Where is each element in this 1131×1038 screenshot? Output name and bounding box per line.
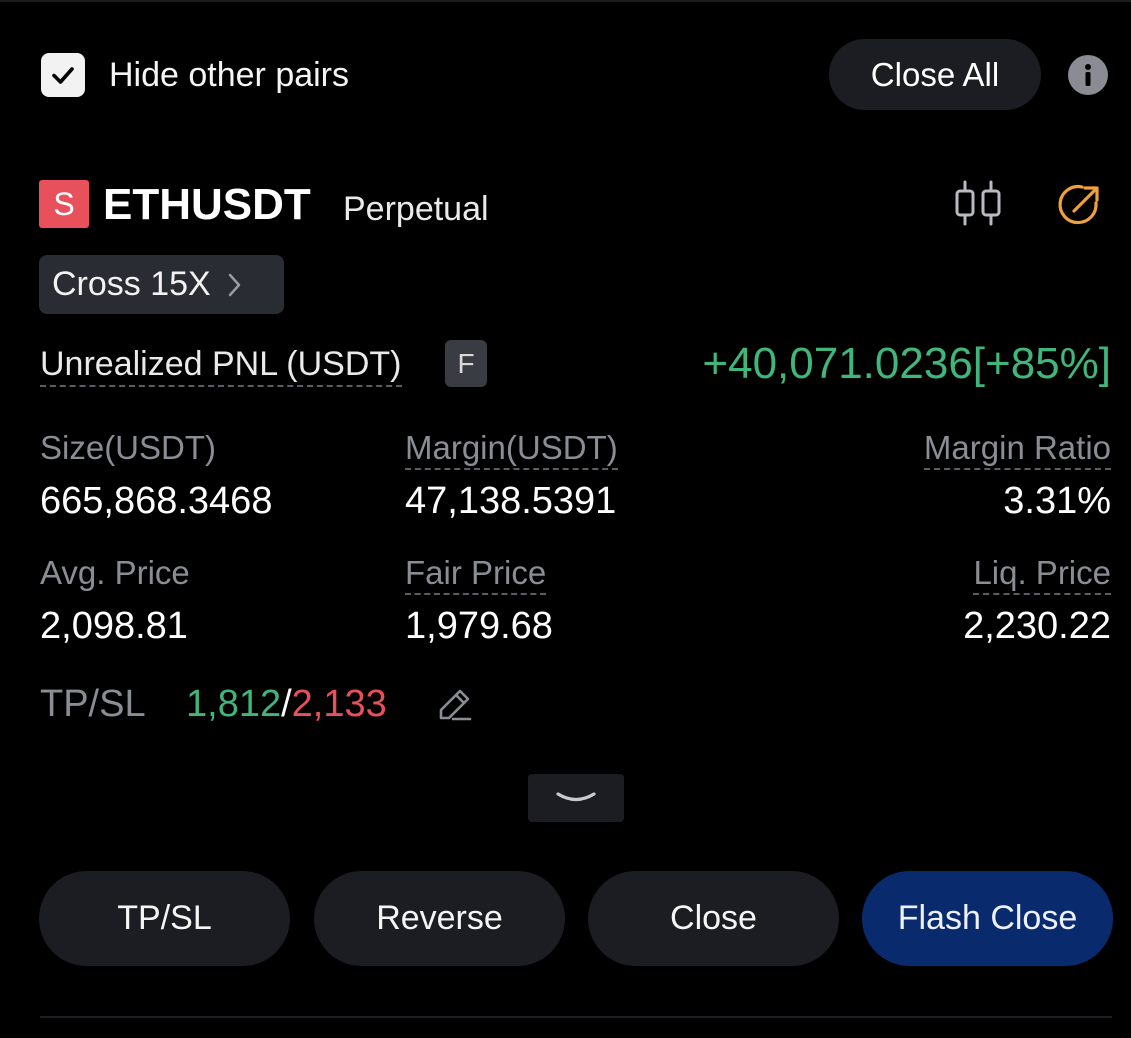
margin-ratio-label[interactable]: Margin Ratio — [923, 428, 1111, 470]
tpsl-button[interactable]: TP/SL — [39, 871, 290, 966]
margin-mode-label: Cross 15X — [52, 265, 211, 303]
contract-type: Perpetual — [343, 190, 489, 228]
bottom-divider — [40, 1016, 1112, 1018]
info-icon[interactable] — [1068, 55, 1108, 95]
margin-value: 47,138.5391 — [405, 480, 617, 522]
checkmark-icon — [52, 67, 74, 84]
margin-label[interactable]: Margin(USDT) — [405, 428, 618, 470]
tpsl-separator: / — [281, 683, 292, 725]
tpsl-values: 1,812/2,133 — [186, 682, 387, 726]
close-all-button[interactable]: Close All — [829, 39, 1041, 110]
fair-price-value: 1,979.68 — [405, 605, 553, 647]
pencil-icon[interactable] — [436, 685, 474, 723]
chevron-right-icon — [227, 272, 241, 298]
liq-price-value: 2,230.22 — [963, 605, 1111, 647]
symbol-name[interactable]: ETHUSDT — [103, 180, 311, 230]
unrealized-pnl-label[interactable]: Unrealized PNL (USDT) — [40, 343, 402, 387]
reverse-button[interactable]: Reverse — [314, 871, 565, 966]
avg-price-label: Avg. Price — [40, 554, 190, 591]
candlestick-chart-icon[interactable] — [953, 178, 1005, 230]
margin-mode-button[interactable]: Cross 15X — [39, 255, 284, 314]
position-panel: Hide other pairs Close All S ETHUSDT Per… — [0, 0, 1131, 1038]
unrealized-pnl-value: +40,071.0236[+85%] — [702, 339, 1111, 388]
hide-other-pairs-label[interactable]: Hide other pairs — [109, 55, 349, 95]
size-value: 665,868.3468 — [40, 480, 273, 522]
share-arrow-icon[interactable] — [1056, 181, 1104, 229]
stop-loss-value: 2,133 — [291, 683, 387, 725]
fair-price-label[interactable]: Fair Price — [405, 553, 547, 595]
size-label: Size(USDT) — [40, 429, 217, 466]
hide-other-pairs-checkbox[interactable] — [41, 53, 85, 97]
flash-close-button[interactable]: Flash Close — [862, 871, 1113, 966]
tpsl-label: TP/SL — [40, 683, 146, 725]
chevron-down-icon — [556, 792, 596, 802]
margin-ratio-value: 3.31% — [1003, 480, 1111, 522]
take-profit-value: 1,812 — [186, 683, 282, 725]
close-button[interactable]: Close — [588, 871, 839, 966]
expand-button[interactable] — [528, 774, 624, 822]
side-badge: S — [39, 180, 89, 228]
top-divider — [0, 0, 1131, 2]
liq-price-label[interactable]: Liq. Price — [973, 553, 1111, 595]
avg-price-value: 2,098.81 — [40, 605, 188, 647]
pnl-mode-badge[interactable]: F — [445, 340, 487, 387]
